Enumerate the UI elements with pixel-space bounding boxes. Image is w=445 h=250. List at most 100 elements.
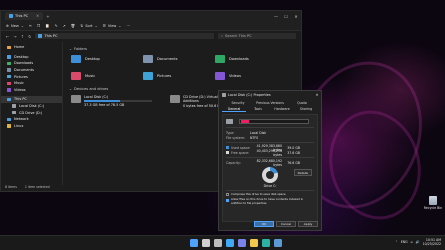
close-icon[interactable]: ✕ [291, 14, 301, 19]
tab-row-2: General Tools Hardware Sharing [219, 105, 321, 112]
index-checkbox[interactable] [226, 198, 229, 202]
cut-icon[interactable]: ✂ [29, 24, 32, 28]
network-icon[interactable]: ⌂ [411, 240, 413, 244]
tab-tools[interactable]: Tools [246, 107, 270, 112]
drive-name-input[interactable] [239, 119, 309, 124]
folder-desktop[interactable]: Desktop [71, 55, 141, 63]
compress-checkbox[interactable] [226, 193, 229, 197]
sort-button[interactable]: ⇅ Sort ⌄ [80, 24, 97, 28]
sidebar-item-home[interactable]: Home [1, 44, 62, 51]
sidebar-item-local-disk-c[interactable]: Local Disk (C:) [1, 103, 62, 110]
explorer-icon[interactable] [250, 239, 258, 247]
cancel-button[interactable]: Cancel [276, 221, 296, 227]
explorer-tab[interactable]: This PC ✕ [5, 12, 44, 20]
sidebar-item-downloads[interactable]: Downloads [1, 60, 62, 67]
clock[interactable]: 10:51 AM 10/25/2022 [423, 238, 441, 246]
drive-name: Local Disk (C:) [84, 95, 109, 99]
paste-icon[interactable]: 📋 [45, 24, 49, 28]
folder-documents[interactable]: Documents [143, 55, 213, 63]
sidebar-item-label: CD Drive (D:) [19, 110, 43, 115]
folder-icon [71, 55, 81, 63]
folder-videos[interactable]: Videos [215, 72, 285, 80]
view-label: View [107, 23, 117, 28]
folder-pictures[interactable]: Pictures [143, 72, 213, 80]
index-checkbox-row[interactable]: Allow files on this drive to have conten… [226, 198, 314, 205]
close-tab-icon[interactable]: ✕ [36, 14, 39, 18]
search-icon[interactable] [202, 239, 210, 247]
sidebar-item-documents[interactable]: Documents [1, 67, 62, 74]
forward-icon[interactable]: → [13, 34, 16, 39]
folder-label: Downloads [229, 57, 249, 61]
task-view-icon[interactable] [214, 239, 222, 247]
tab-hardware[interactable]: Hardware [270, 107, 294, 112]
search-placeholder: Search This PC [225, 34, 252, 38]
sidebar-item-this-pc[interactable]: This PC [1, 96, 62, 103]
store-icon[interactable] [274, 239, 282, 247]
free-space-label: Free space: [231, 150, 250, 155]
address-bar-row: ← → ↑ ↻ This PC ⌕ Search This PC [1, 31, 301, 41]
compress-checkbox-row[interactable]: Compress this drive to save disk space [226, 192, 314, 197]
apply-button[interactable]: Apply [298, 221, 318, 227]
share-icon[interactable]: ↗ [63, 24, 66, 28]
refresh-icon[interactable]: ↻ [28, 34, 31, 39]
dialog-title-bar: Local Disk (C:) Properties ✕ [219, 91, 321, 99]
divider [226, 190, 314, 191]
index-label: Allow files on this drive to have conten… [231, 197, 304, 205]
maximize-icon[interactable]: ☐ [281, 14, 291, 19]
tab-quota[interactable]: Quota [286, 101, 318, 105]
sidebar-item-label: This PC [14, 97, 27, 102]
tab-sharing[interactable]: Sharing [294, 107, 318, 112]
start-icon[interactable] [190, 239, 198, 247]
chevron-up-icon[interactable]: ⌃ [395, 240, 398, 244]
sidebar-item-cd-drive-d[interactable]: CD Drive (D:) [1, 109, 62, 116]
drive-c[interactable]: Local Disk (C:) 37.3 GB free of 78.5 GB [71, 95, 152, 108]
tab-security[interactable]: Security [222, 101, 254, 105]
free-space-bytes: 40,403,296,256 bytes [256, 148, 282, 157]
text-cursor [241, 120, 249, 123]
copy-icon[interactable]: ❐ [37, 24, 40, 28]
up-icon[interactable]: ↑ [21, 34, 24, 39]
delete-icon[interactable]: 🗑 [71, 24, 76, 28]
address-input[interactable]: This PC [35, 33, 214, 39]
close-icon[interactable]: ✕ [313, 93, 321, 97]
tab-previous-versions[interactable]: Previous Versions [254, 101, 286, 105]
usage-donut [262, 167, 278, 183]
folder-label: Desktop [85, 57, 100, 61]
sidebar-item-pictures[interactable]: Pictures [1, 73, 62, 80]
new-button[interactable]: ⊕ New ⌄ [6, 24, 24, 28]
more-icon[interactable]: ⋯ [126, 24, 130, 28]
sidebar-item-network[interactable]: Network [1, 116, 62, 123]
language-indicator[interactable]: ENG [401, 240, 408, 244]
minimize-icon[interactable]: — [271, 14, 281, 19]
ok-button[interactable]: OK [254, 221, 274, 227]
sidebar-item-linux[interactable]: Linux [1, 123, 62, 130]
folder-downloads[interactable]: Downloads [215, 55, 285, 63]
chevron-down-icon: ⌄ [118, 23, 122, 28]
folder-label: Pictures [157, 74, 172, 78]
sidebar-item-desktop[interactable]: Desktop [1, 54, 62, 61]
selection-count: 1 item selected [24, 185, 50, 189]
network-icon [7, 117, 11, 121]
chat-icon[interactable] [238, 239, 246, 247]
sidebar-item-music[interactable]: Music [1, 80, 62, 87]
edge-icon[interactable] [262, 239, 270, 247]
back-icon[interactable]: ← [6, 34, 9, 39]
chevron-down-icon: ⌄ [20, 23, 24, 28]
navigation-pane: Home Desktop Downloads Documents Pictures Mus… [1, 42, 63, 185]
new-tab-icon[interactable]: + [46, 14, 49, 19]
details-button[interactable]: Details [293, 169, 312, 176]
search-input[interactable]: ⌕ Search This PC [218, 33, 296, 39]
volume-icon[interactable]: 🔊 [416, 240, 420, 244]
recycle-bin-shortcut[interactable]: Recycle Bin [423, 196, 443, 210]
widgets-icon[interactable] [226, 239, 234, 247]
sidebar-item-videos[interactable]: Videos [1, 87, 62, 94]
plus-icon: ⊕ [6, 23, 10, 28]
folder-music[interactable]: Music [71, 72, 141, 80]
tab-general[interactable]: General [222, 107, 246, 112]
rename-icon[interactable]: ✎ [55, 24, 58, 28]
view-button[interactable]: ☰ View ⌄ [103, 24, 122, 28]
tab-row-1: Security Previous Versions Quota [219, 99, 321, 105]
drive-letter-label: Drive C: [263, 184, 277, 188]
sidebar-item-label: Linux [14, 123, 24, 128]
folders-section-header[interactable]: ⌄ Folders [69, 47, 296, 51]
